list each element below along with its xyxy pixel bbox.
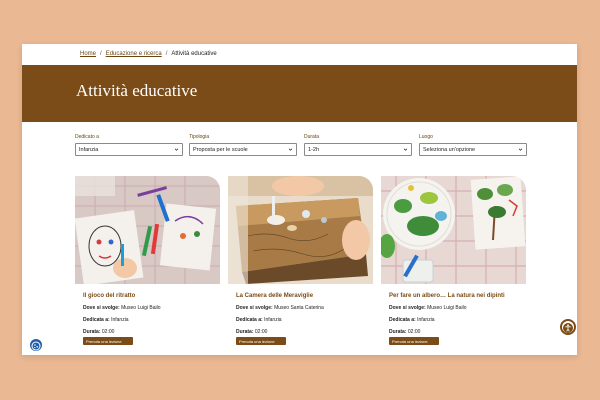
card-audience: Dedicata a: Infanzia [75, 317, 220, 323]
durata-select[interactable]: 1-2h [304, 143, 412, 156]
meta-label: Dedicata a: [389, 317, 416, 323]
meta-label: Dove si svolge: [83, 305, 120, 311]
accessibility-button[interactable] [560, 319, 576, 335]
breadcrumb-separator: / [100, 51, 102, 57]
book-lesson-button[interactable]: Prenota una lezione [236, 337, 286, 345]
dedicato-select[interactable]: Infanzia [75, 143, 183, 156]
cookie-settings-button[interactable] [28, 337, 44, 353]
meta-label: Durata: [236, 329, 254, 335]
chevron-down-icon [288, 148, 293, 151]
meta-value: Museo Santa Caterina [274, 305, 324, 311]
filter-tipologia: Tipologia Proposta per le scuole [189, 134, 297, 156]
meta-label: Durata: [389, 329, 407, 335]
accessibility-icon [563, 323, 573, 333]
card-image-portrait-drawing[interactable] [75, 176, 220, 284]
card-duration: Durata: 02:00 [75, 329, 220, 335]
chevron-down-icon [518, 148, 523, 151]
meta-label: Durata: [83, 329, 101, 335]
meta-value: Museo Luigi Bailo [121, 305, 161, 311]
card-title[interactable]: Per fare un albero… La natura nei dipint… [381, 293, 526, 299]
page-title: Attività educative [76, 81, 198, 100]
page: Home / Educazione e ricerca / Attività educa… [22, 44, 577, 355]
hero-banner: Attività educative [22, 65, 577, 122]
activity-cards: Il gioco del ritratto Dove si svolge: Mu… [75, 176, 526, 346]
breadcrumb-section-link[interactable]: Educazione e ricerca [106, 51, 162, 57]
meta-label: Dedicata a: [236, 317, 263, 323]
meta-label: Dedicata a: [83, 317, 110, 323]
filter-durata: Durata 1-2h [304, 134, 412, 156]
filter-dedicato: Dedicato a Infanzia [75, 134, 183, 156]
card-place: Dove si svolge: Museo Luigi Bailo [75, 305, 220, 311]
card-place: Dove si svolge: Museo Santa Caterina [228, 305, 373, 311]
card-image-tree-painting[interactable] [381, 176, 526, 284]
activity-card[interactable]: Per fare un albero… La natura nei dipint… [381, 176, 526, 345]
card-title[interactable]: Il gioco del ritratto [75, 293, 220, 299]
meta-value: Infanzia [417, 317, 435, 323]
card-duration: Durata: 02:00 [228, 329, 373, 335]
meta-value: Museo Luigi Bailo [427, 305, 467, 311]
breadcrumb-current: Attività educative [171, 51, 217, 57]
breadcrumb-home-link[interactable]: Home [80, 51, 96, 57]
meta-value: Infanzia [111, 317, 129, 323]
book-lesson-button[interactable]: Prenota una lezione [83, 337, 133, 345]
meta-value: 02:00 [101, 329, 115, 335]
filter-label: Dedicato a [75, 134, 99, 140]
cookie-icon [31, 341, 41, 351]
chevron-down-icon [403, 148, 408, 151]
tipologia-select[interactable]: Proposta per le scuole [189, 143, 297, 156]
card-audience: Dedicata a: Infanzia [381, 317, 526, 323]
meta-value: 02:00 [254, 329, 268, 335]
book-lesson-button[interactable]: Prenota una lezione [389, 337, 439, 345]
select-value: Seleziona un'opzione [423, 147, 476, 153]
breadcrumb-separator: / [165, 51, 168, 57]
select-value: 1-2h [308, 147, 320, 153]
meta-label: Dove si svolge: [389, 305, 426, 311]
breadcrumb: Home / Educazione e ricerca / Attività educa… [80, 51, 217, 57]
card-duration: Durata: 02:00 [381, 329, 526, 335]
activity-card[interactable]: La Camera delle Meraviglie Dove si svolg… [228, 176, 373, 345]
card-place: Dove si svolge: Museo Luigi Bailo [381, 305, 526, 311]
card-title[interactable]: La Camera delle Meraviglie [228, 293, 373, 299]
filter-luogo: Luogo Seleziona un'opzione [419, 134, 527, 156]
activity-card[interactable]: Il gioco del ritratto Dove si svolge: Mu… [75, 176, 220, 345]
select-value: Infanzia [79, 147, 99, 153]
filter-label: Durata [304, 134, 320, 140]
meta-label: Dove si svolge: [236, 305, 273, 311]
filter-label: Tipologia [189, 134, 210, 140]
filter-bar: Dedicato a Infanzia Tipologia Proposta p… [75, 134, 527, 160]
meta-value: Infanzia [264, 317, 282, 323]
meta-value: 02:00 [407, 329, 421, 335]
card-image-wonder-box[interactable] [228, 176, 373, 284]
card-audience: Dedicata a: Infanzia [228, 317, 373, 323]
select-value: Proposta per le scuole [193, 147, 248, 153]
luogo-select[interactable]: Seleziona un'opzione [419, 143, 527, 156]
chevron-down-icon [174, 148, 179, 151]
filter-label: Luogo [419, 134, 433, 140]
